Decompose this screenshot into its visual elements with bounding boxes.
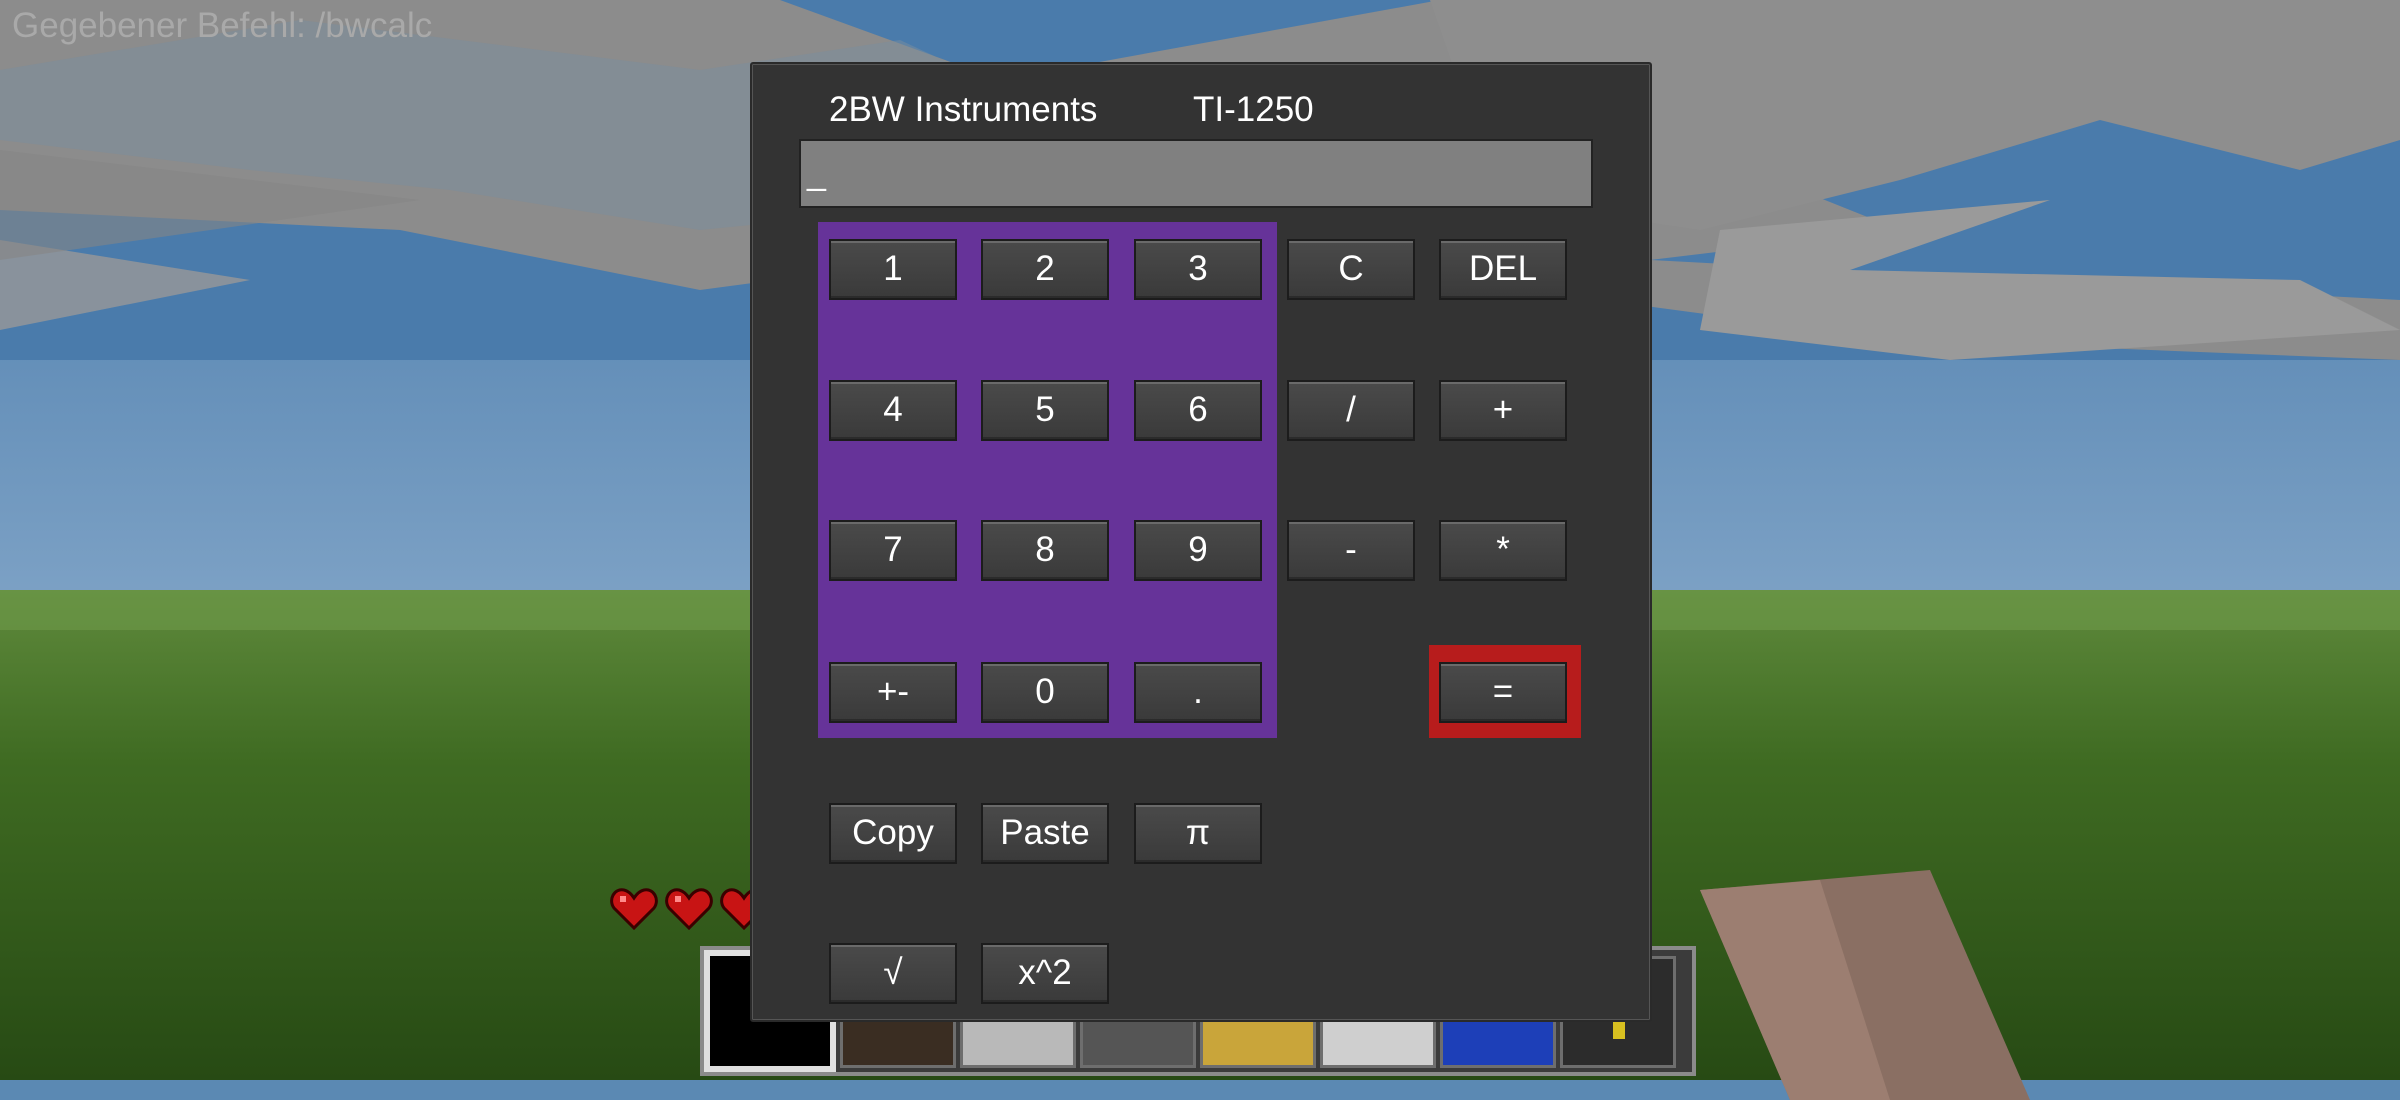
digit-3-button[interactable]: 3 (1134, 239, 1262, 300)
digit-5-button[interactable]: 5 (981, 380, 1109, 441)
digit-0-button[interactable]: 0 (981, 662, 1109, 723)
pi-button[interactable]: π (1134, 803, 1262, 864)
plus-button[interactable]: + (1439, 380, 1567, 441)
copy-button[interactable]: Copy (829, 803, 957, 864)
clear-button[interactable]: C (1287, 239, 1415, 300)
digit-4-button[interactable]: 4 (829, 380, 957, 441)
digit-7-button[interactable]: 7 (829, 520, 957, 581)
calculator-brand: 2BW Instruments (829, 90, 1098, 129)
digit-1-button[interactable]: 1 (829, 239, 957, 300)
sqrt-button[interactable]: √ (829, 943, 957, 1004)
divide-button[interactable]: / (1287, 380, 1415, 441)
plus-minus-button[interactable]: +- (829, 662, 957, 723)
heart-icon (665, 888, 713, 930)
digit-9-button[interactable]: 9 (1134, 520, 1262, 581)
multiply-button[interactable]: * (1439, 520, 1567, 581)
equals-button[interactable]: = (1439, 662, 1567, 723)
delete-button[interactable]: DEL (1439, 239, 1567, 300)
heart-icon (610, 888, 658, 930)
decimal-button[interactable]: . (1134, 662, 1262, 723)
minus-button[interactable]: - (1287, 520, 1415, 581)
calculator-display[interactable]: _ (799, 139, 1593, 208)
digit-8-button[interactable]: 8 (981, 520, 1109, 581)
paste-button[interactable]: Paste (981, 803, 1109, 864)
player-hand (1700, 870, 2030, 1100)
calculator-model: TI-1250 (1193, 90, 1314, 129)
chat-message: Gegebener Befehl: /bwcalc (12, 6, 433, 45)
digit-6-button[interactable]: 6 (1134, 380, 1262, 441)
digit-2-button[interactable]: 2 (981, 239, 1109, 300)
square-button[interactable]: x^2 (981, 943, 1109, 1004)
